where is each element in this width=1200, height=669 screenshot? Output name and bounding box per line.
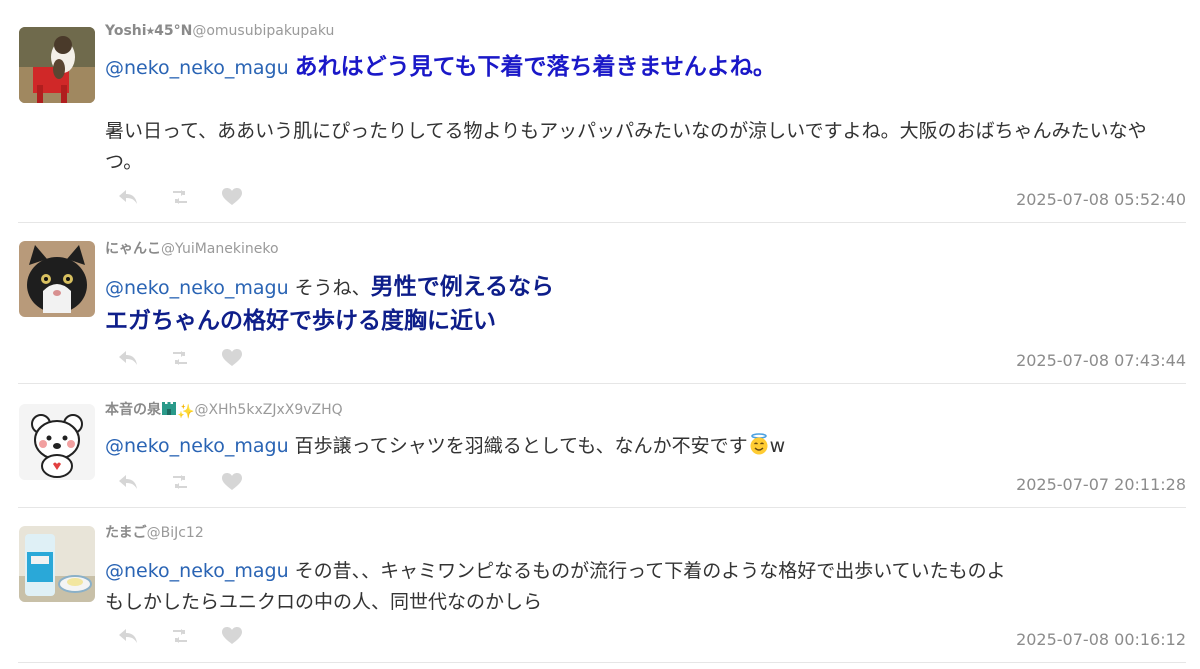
avatar[interactable] (19, 526, 95, 602)
reply-body-suffix: w (769, 435, 786, 457)
reply-actions (116, 187, 244, 207)
reply-author: Yoshi⭑45°N@omusubipakupaku (105, 22, 334, 40)
reply-icon[interactable] (116, 187, 140, 207)
reply-body: 暑い日って、ああいう肌にぴったりしてる物よりもアッパッパみたいなのが涼しいですよ… (105, 120, 1147, 173)
reply-item: Yoshi⭑45°N@omusubipakupaku @neko_neko_ma… (0, 0, 1200, 223)
timestamp[interactable]: 2025-07-08 07:43:44 (1016, 351, 1186, 370)
user-handle[interactable]: @XHh5kxZJxX9vZHQ (194, 402, 342, 418)
like-icon[interactable] (220, 348, 244, 368)
display-name[interactable]: Yoshi⭑45°N (105, 23, 192, 39)
mention-link[interactable]: @neko_neko_magu (105, 435, 289, 457)
retweet-icon[interactable] (168, 348, 192, 368)
reply-body-line2: もしかしたらユニクロの中の人、同世代なのかしら (105, 591, 543, 613)
like-icon[interactable] (220, 626, 244, 646)
sparkles-icon: ✨ (177, 404, 195, 420)
reply-item: 本音の泉 ✨@XHh5kxZJxX9vZHQ @neko_neko_magu 百歩… (0, 384, 1200, 508)
reply-item: にゃんこ@YuiManekineko @neko_neko_magu そうね、男… (0, 223, 1200, 384)
reply-text: @neko_neko_magu 百歩譲ってシャツを羽織るとしても、なんか不安です… (105, 431, 1160, 462)
highlighted-text: あれはどう見ても下着で落ち着きませんよね。 (294, 54, 776, 80)
castle-icon (161, 400, 177, 421)
timestamp[interactable]: 2025-07-07 20:11:28 (1016, 475, 1186, 494)
reply-author: にゃんこ@YuiManekineko (105, 240, 279, 258)
reply-icon[interactable] (116, 626, 140, 646)
user-handle[interactable]: @YuiManekineko (161, 241, 279, 257)
like-icon[interactable] (220, 472, 244, 492)
highlighted-text: エガちゃんの格好で歩ける度胸に近い (105, 308, 496, 334)
reply-body: その昔、、キャミワンピなるものが流行って下着のような格好で出歩いていたものよ (294, 560, 1006, 582)
reply-author: 本音の泉 ✨@XHh5kxZJxX9vZHQ (105, 400, 343, 421)
retweet-icon[interactable] (168, 187, 192, 207)
like-icon[interactable] (220, 187, 244, 207)
user-handle[interactable]: @omusubipakupaku (192, 23, 334, 39)
smiling-face-with-halo-icon (748, 433, 770, 455)
reply-body: 百歩譲ってシャツを羽織るとしても、なんか不安です (294, 435, 748, 457)
display-name[interactable]: たまご (105, 525, 147, 541)
avatar[interactable] (19, 27, 95, 103)
highlighted-text-line2: エガちゃんの格好で歩ける度胸に近い (105, 306, 1160, 338)
display-name[interactable]: にゃんこ (105, 241, 161, 257)
display-name[interactable]: 本音の泉 (105, 402, 161, 418)
mention-link[interactable]: @neko_neko_magu (105, 277, 289, 299)
avatar[interactable] (19, 241, 95, 317)
reply-actions (116, 348, 244, 368)
reply-actions (116, 472, 244, 492)
reply-author: たまご@BiJc12 (105, 524, 204, 542)
user-handle[interactable]: @BiJc12 (147, 525, 204, 541)
reply-text: @neko_neko_magu その昔、、キャミワンピなるものが流行って下着のよ… (105, 556, 1160, 587)
reply-plain-text: そうね、 (294, 277, 371, 299)
reply-text: @neko_neko_magu あれはどう見ても下着で落ち着きませんよね。 (105, 52, 1160, 84)
retweet-icon[interactable] (168, 472, 192, 492)
timestamp[interactable]: 2025-07-08 05:52:40 (1016, 190, 1186, 209)
avatar[interactable] (19, 404, 95, 480)
retweet-icon[interactable] (168, 626, 192, 646)
mention-link[interactable]: @neko_neko_magu (105, 560, 289, 582)
mention-link[interactable]: @neko_neko_magu (105, 57, 289, 79)
reply-icon[interactable] (116, 348, 140, 368)
reply-icon[interactable] (116, 472, 140, 492)
reply-feed: Yoshi⭑45°N@omusubipakupaku @neko_neko_ma… (0, 0, 1200, 669)
reply-item: たまご@BiJc12 @neko_neko_magu その昔、、キャミワンピなる… (0, 508, 1200, 663)
highlighted-text: 男性で例えるなら (370, 274, 554, 300)
reply-actions (116, 626, 244, 646)
reply-text: @neko_neko_magu そうね、男性で例えるなら (105, 272, 1160, 304)
timestamp[interactable]: 2025-07-08 00:16:12 (1016, 630, 1186, 649)
